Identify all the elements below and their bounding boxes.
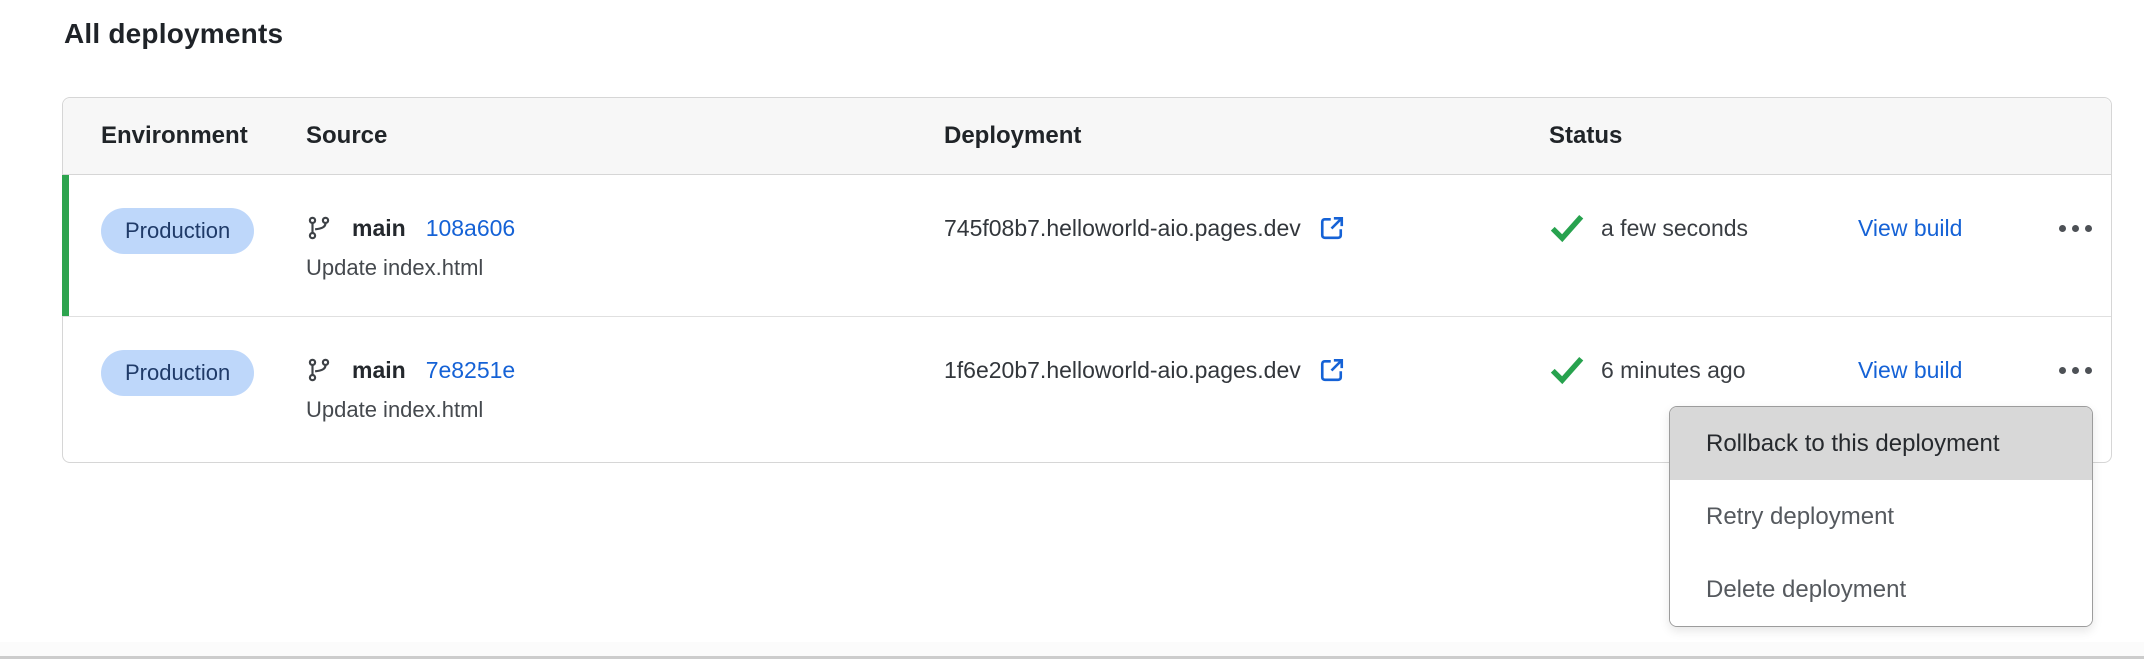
git-branch-icon xyxy=(306,215,332,241)
environment-cell: Production xyxy=(63,213,306,254)
deployment-actions-menu: Rollback to this deployment Retry deploy… xyxy=(1669,406,2093,627)
environment-cell: Production xyxy=(63,355,306,396)
deployment-url: 745f08b7.helloworld-aio.pages.dev xyxy=(944,215,1301,242)
view-build-cell: View build xyxy=(1858,213,2038,243)
environment-badge: Production xyxy=(101,208,254,254)
menu-item-retry[interactable]: Retry deployment xyxy=(1670,480,2092,553)
menu-item-delete[interactable]: Delete deployment xyxy=(1670,553,2092,626)
menu-item-rollback[interactable]: Rollback to this deployment xyxy=(1670,407,2092,480)
git-branch-icon xyxy=(306,357,332,383)
menu-cell xyxy=(2038,355,2113,385)
status-time: 6 minutes ago xyxy=(1601,357,1745,384)
commit-link[interactable]: 7e8251e xyxy=(426,357,516,384)
deployments-page: All deployments Environment Source Deplo… xyxy=(0,0,2144,662)
view-build-link[interactable]: View build xyxy=(1858,215,1962,241)
deployment-url: 1f6e20b7.helloworld-aio.pages.dev xyxy=(944,357,1301,384)
source-cell: main 7e8251e Update index.html xyxy=(306,355,944,423)
row-actions-menu-button[interactable] xyxy=(2055,213,2096,243)
status-cell: 6 minutes ago xyxy=(1549,355,1858,385)
view-build-cell: View build xyxy=(1858,355,2038,385)
page-bottom-divider xyxy=(0,656,2144,659)
row-actions-menu-button[interactable] xyxy=(2055,355,2096,385)
status-time: a few seconds xyxy=(1601,215,1748,242)
environment-badge: Production xyxy=(101,350,254,396)
deployment-cell: 745f08b7.helloworld-aio.pages.dev xyxy=(944,213,1549,243)
success-check-icon xyxy=(1549,213,1585,243)
deployment-cell: 1f6e20b7.helloworld-aio.pages.dev xyxy=(944,355,1549,385)
success-check-icon xyxy=(1549,355,1585,385)
view-build-link[interactable]: View build xyxy=(1858,357,1962,383)
column-header-environment: Environment xyxy=(63,122,306,150)
commit-message: Update index.html xyxy=(306,397,944,423)
ellipsis-icon xyxy=(2059,225,2066,232)
menu-cell xyxy=(2038,213,2113,243)
branch-name: main xyxy=(352,357,406,384)
external-link-icon[interactable] xyxy=(1317,355,1347,385)
column-header-deployment: Deployment xyxy=(944,122,1549,150)
external-link-icon[interactable] xyxy=(1317,213,1347,243)
status-cell: a few seconds xyxy=(1549,213,1858,243)
page-bottom-band xyxy=(0,642,2144,656)
branch-name: main xyxy=(352,215,406,242)
commit-message: Update index.html xyxy=(306,255,944,281)
ellipsis-icon xyxy=(2059,367,2066,374)
commit-link[interactable]: 108a606 xyxy=(426,215,516,242)
column-header-source: Source xyxy=(306,122,944,150)
source-cell: main 108a606 Update index.html xyxy=(306,213,944,281)
column-header-status: Status xyxy=(1549,122,1858,150)
table-header-row: Environment Source Deployment Status xyxy=(63,98,2111,175)
page-title: All deployments xyxy=(64,18,283,50)
table-row-deployment-1: Production main 108a606 Update index.htm… xyxy=(63,175,2111,316)
current-deployment-indicator xyxy=(62,175,69,316)
